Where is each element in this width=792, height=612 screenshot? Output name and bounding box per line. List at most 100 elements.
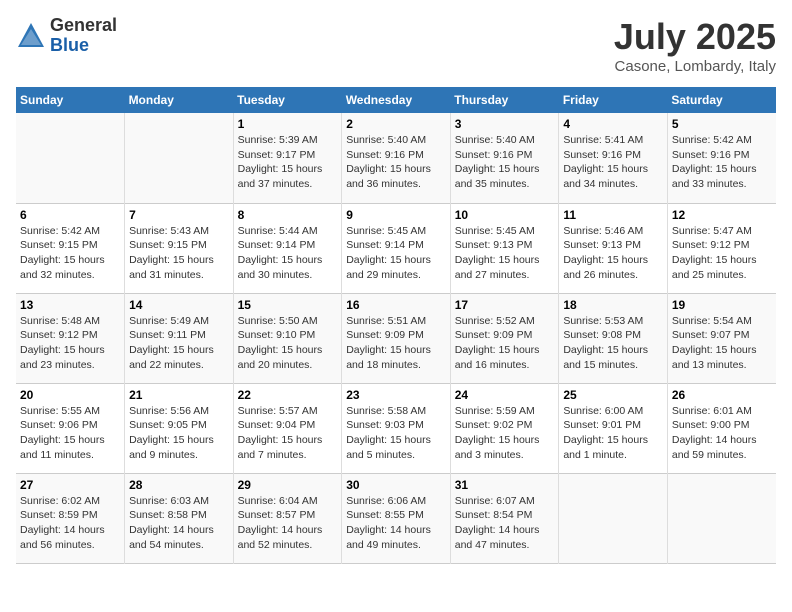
- header-day-thursday: Thursday: [450, 87, 559, 113]
- day-number: 8: [238, 208, 338, 222]
- day-number: 9: [346, 208, 446, 222]
- day-info: Sunrise: 5:46 AM Sunset: 9:13 PM Dayligh…: [563, 224, 663, 283]
- month-title: July 2025: [614, 16, 776, 58]
- logo-icon: [16, 21, 46, 51]
- day-number: 19: [672, 298, 772, 312]
- header-day-wednesday: Wednesday: [342, 87, 451, 113]
- day-info: Sunrise: 6:06 AM Sunset: 8:55 PM Dayligh…: [346, 494, 446, 553]
- day-cell: 21 Sunrise: 5:56 AM Sunset: 9:05 PM Dayli…: [125, 383, 234, 473]
- title-block: July 2025 Casone, Lombardy, Italy: [614, 16, 776, 75]
- day-number: 27: [20, 478, 120, 492]
- header-day-saturday: Saturday: [667, 87, 776, 113]
- day-info: Sunrise: 5:50 AM Sunset: 9:10 PM Dayligh…: [238, 314, 338, 373]
- day-info: Sunrise: 5:54 AM Sunset: 9:07 PM Dayligh…: [672, 314, 772, 373]
- day-info: Sunrise: 5:52 AM Sunset: 9:09 PM Dayligh…: [455, 314, 555, 373]
- day-number: 25: [563, 388, 663, 402]
- day-cell: 31 Sunrise: 6:07 AM Sunset: 8:54 PM Dayli…: [450, 473, 559, 563]
- week-row-1: 1Sunrise: 5:39 AM Sunset: 9:17 PM Daylig…: [16, 113, 776, 203]
- day-number: 11: [563, 208, 663, 222]
- day-cell: 16Sunrise: 5:51 AM Sunset: 9:09 PM Dayli…: [342, 293, 451, 383]
- day-cell: 20 Sunrise: 5:55 AM Sunset: 9:06 PM Dayli…: [16, 383, 125, 473]
- day-number: 28: [129, 478, 229, 492]
- day-cell: 7 Sunrise: 5:43 AM Sunset: 9:15 PM Daylig…: [125, 203, 234, 293]
- day-number: 5: [672, 117, 772, 131]
- day-cell: 14Sunrise: 5:49 AM Sunset: 9:11 PM Dayli…: [125, 293, 234, 383]
- day-cell: 13 Sunrise: 5:48 AM Sunset: 9:12 PM Dayli…: [16, 293, 125, 383]
- day-info: Sunrise: 5:58 AM Sunset: 9:03 PM Dayligh…: [346, 404, 446, 463]
- day-cell: 11 Sunrise: 5:46 AM Sunset: 9:13 PM Dayli…: [559, 203, 668, 293]
- week-row-4: 20 Sunrise: 5:55 AM Sunset: 9:06 PM Dayli…: [16, 383, 776, 473]
- day-number: 26: [672, 388, 772, 402]
- day-cell: 23 Sunrise: 5:58 AM Sunset: 9:03 PM Dayli…: [342, 383, 451, 473]
- logo-blue: Blue: [50, 36, 117, 56]
- day-cell: 5 Sunrise: 5:42 AM Sunset: 9:16 PM Daylig…: [667, 113, 776, 203]
- day-info: Sunrise: 6:07 AM Sunset: 8:54 PM Dayligh…: [455, 494, 555, 553]
- day-info: Sunrise: 5:42 AM Sunset: 9:16 PM Dayligh…: [672, 133, 772, 192]
- week-row-2: 6 Sunrise: 5:42 AM Sunset: 9:15 PM Daylig…: [16, 203, 776, 293]
- day-info: Sunrise: 5:49 AM Sunset: 9:11 PM Dayligh…: [129, 314, 229, 373]
- day-number: 1: [238, 117, 338, 131]
- day-info: Sunrise: 5:43 AM Sunset: 9:15 PM Dayligh…: [129, 224, 229, 283]
- day-number: 20: [20, 388, 120, 402]
- day-number: 16: [346, 298, 446, 312]
- day-number: 12: [672, 208, 772, 222]
- day-info: Sunrise: 5:40 AM Sunset: 9:16 PM Dayligh…: [455, 133, 555, 192]
- day-info: Sunrise: 5:55 AM Sunset: 9:06 PM Dayligh…: [20, 404, 120, 463]
- header-day-tuesday: Tuesday: [233, 87, 342, 113]
- day-number: 24: [455, 388, 555, 402]
- day-cell: 27 Sunrise: 6:02 AM Sunset: 8:59 PM Dayli…: [16, 473, 125, 563]
- day-info: Sunrise: 5:53 AM Sunset: 9:08 PM Dayligh…: [563, 314, 663, 373]
- day-number: 15: [238, 298, 338, 312]
- day-number: 7: [129, 208, 229, 222]
- day-cell: [667, 473, 776, 563]
- day-cell: 22Sunrise: 5:57 AM Sunset: 9:04 PM Dayli…: [233, 383, 342, 473]
- header-day-sunday: Sunday: [16, 87, 125, 113]
- day-info: Sunrise: 5:40 AM Sunset: 9:16 PM Dayligh…: [346, 133, 446, 192]
- day-cell: [16, 113, 125, 203]
- day-number: 22: [238, 388, 338, 402]
- day-cell: 29Sunrise: 6:04 AM Sunset: 8:57 PM Dayli…: [233, 473, 342, 563]
- day-cell: 8 Sunrise: 5:44 AM Sunset: 9:14 PM Daylig…: [233, 203, 342, 293]
- logo-general: General: [50, 16, 117, 36]
- day-cell: 24Sunrise: 5:59 AM Sunset: 9:02 PM Dayli…: [450, 383, 559, 473]
- day-info: Sunrise: 6:01 AM Sunset: 9:00 PM Dayligh…: [672, 404, 772, 463]
- calendar-table: SundayMondayTuesdayWednesdayThursdayFrid…: [16, 87, 776, 564]
- day-cell: 18Sunrise: 5:53 AM Sunset: 9:08 PM Dayli…: [559, 293, 668, 383]
- day-info: Sunrise: 6:00 AM Sunset: 9:01 PM Dayligh…: [563, 404, 663, 463]
- day-info: Sunrise: 5:44 AM Sunset: 9:14 PM Dayligh…: [238, 224, 338, 283]
- day-cell: 25 Sunrise: 6:00 AM Sunset: 9:01 PM Dayli…: [559, 383, 668, 473]
- day-cell: 15 Sunrise: 5:50 AM Sunset: 9:10 PM Dayli…: [233, 293, 342, 383]
- location: Casone, Lombardy, Italy: [614, 58, 776, 75]
- day-cell: 30 Sunrise: 6:06 AM Sunset: 8:55 PM Dayli…: [342, 473, 451, 563]
- header-day-friday: Friday: [559, 87, 668, 113]
- day-info: Sunrise: 6:03 AM Sunset: 8:58 PM Dayligh…: [129, 494, 229, 553]
- day-number: 13: [20, 298, 120, 312]
- day-cell: 28 Sunrise: 6:03 AM Sunset: 8:58 PM Dayli…: [125, 473, 234, 563]
- day-cell: [559, 473, 668, 563]
- day-number: 23: [346, 388, 446, 402]
- day-info: Sunrise: 5:42 AM Sunset: 9:15 PM Dayligh…: [20, 224, 120, 283]
- day-cell: 4 Sunrise: 5:41 AM Sunset: 9:16 PM Daylig…: [559, 113, 668, 203]
- day-info: Sunrise: 5:41 AM Sunset: 9:16 PM Dayligh…: [563, 133, 663, 192]
- week-row-3: 13 Sunrise: 5:48 AM Sunset: 9:12 PM Dayli…: [16, 293, 776, 383]
- day-number: 29: [238, 478, 338, 492]
- day-cell: 1Sunrise: 5:39 AM Sunset: 9:17 PM Daylig…: [233, 113, 342, 203]
- day-number: 2: [346, 117, 446, 131]
- day-info: Sunrise: 5:48 AM Sunset: 9:12 PM Dayligh…: [20, 314, 120, 373]
- day-info: Sunrise: 5:45 AM Sunset: 9:13 PM Dayligh…: [455, 224, 555, 283]
- day-cell: 2 Sunrise: 5:40 AM Sunset: 9:16 PM Daylig…: [342, 113, 451, 203]
- day-cell: [125, 113, 234, 203]
- day-cell: 3Sunrise: 5:40 AM Sunset: 9:16 PM Daylig…: [450, 113, 559, 203]
- day-number: 31: [455, 478, 555, 492]
- day-cell: 6 Sunrise: 5:42 AM Sunset: 9:15 PM Daylig…: [16, 203, 125, 293]
- day-number: 4: [563, 117, 663, 131]
- calendar-header-row: SundayMondayTuesdayWednesdayThursdayFrid…: [16, 87, 776, 113]
- day-number: 21: [129, 388, 229, 402]
- page-header: General Blue July 2025 Casone, Lombardy,…: [16, 16, 776, 75]
- day-number: 10: [455, 208, 555, 222]
- day-number: 6: [20, 208, 120, 222]
- day-number: 30: [346, 478, 446, 492]
- day-info: Sunrise: 6:02 AM Sunset: 8:59 PM Dayligh…: [20, 494, 120, 553]
- day-info: Sunrise: 5:56 AM Sunset: 9:05 PM Dayligh…: [129, 404, 229, 463]
- header-day-monday: Monday: [125, 87, 234, 113]
